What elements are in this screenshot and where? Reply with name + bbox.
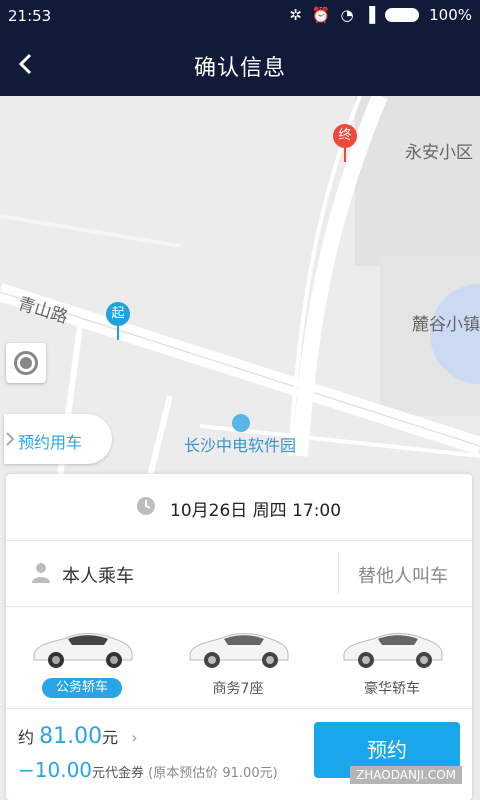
rider-self-option[interactable]: 本人乘车 (62, 562, 134, 588)
person-icon (32, 563, 50, 583)
chevron-right-icon (6, 432, 15, 446)
status-bar: 21:53 ✲ ⏰ ◔ ▐ 100% (0, 0, 480, 32)
price-amount: 81.00 (39, 724, 103, 749)
wifi-icon: ◔ (340, 6, 354, 24)
price-unit: 元 (102, 728, 119, 747)
locate-dot-icon (20, 357, 32, 369)
locate-button[interactable] (6, 343, 46, 383)
price-prefix: 约 (18, 728, 35, 747)
reserve-ride-button[interactable]: 预约用车 (4, 414, 112, 464)
poi-label: 长沙中电软件园 (184, 436, 297, 455)
datetime-row[interactable]: 10月26日 周四 17:00 (6, 474, 472, 541)
reserve-ride-label: 预约用车 (18, 433, 83, 452)
car-option-official[interactable]: 公务轿车 (22, 620, 142, 700)
end-pin[interactable]: 终 (333, 124, 357, 148)
building-icon (232, 414, 250, 432)
watermark: ZHAODANJI.COM (350, 766, 462, 784)
original-price-note: (原本预估价 91.00元) (148, 766, 278, 781)
rider-divider (338, 552, 339, 594)
coupon-label: 元代金券 (92, 766, 145, 781)
battery-icon (385, 8, 420, 22)
coupon-amount: −10.00 (18, 758, 93, 782)
area-label: 麓谷小镇 (412, 315, 480, 335)
sedan-icon (189, 633, 289, 668)
clock-icon (137, 497, 155, 515)
status-time: 21:53 (8, 7, 52, 25)
car-label: 公务轿车 (42, 678, 122, 698)
car-option-luxury[interactable]: 豪华轿车 (332, 620, 452, 700)
alarm-icon: ⏰ (311, 6, 331, 24)
chevron-right-icon: › (131, 728, 138, 747)
start-pin-stem (117, 324, 119, 340)
price-row: 约 81.00元 › −10.00元代金券 (原本预估价 91.00元) 预约 (6, 708, 472, 800)
rider-other-option[interactable]: 替他人叫车 (358, 562, 448, 588)
car-label: 商务7座 (212, 681, 264, 697)
car-label: 豪华轿车 (364, 681, 420, 697)
rider-row: 本人乘车 替他人叫车 (6, 540, 472, 607)
page-title: 确认信息 (193, 56, 286, 81)
end-pin-stem (344, 146, 346, 162)
area-label: 永安小区 (405, 143, 473, 163)
signal-icon: ▐ (363, 6, 376, 24)
bluetooth-icon: ✲ (289, 6, 302, 24)
coupon-info: −10.00元代金券 (原本预估价 91.00元) (18, 758, 278, 782)
car-option-business7[interactable]: 商务7座 (178, 620, 298, 700)
start-pin[interactable]: 起 (106, 302, 130, 326)
top-nav: 确认信息 (0, 32, 480, 96)
pickup-datetime: 10月26日 周四 17:00 (170, 501, 342, 521)
price-estimate[interactable]: 约 81.00元 › (18, 724, 138, 749)
sedan-icon (343, 633, 443, 668)
status-icons: ✲ ⏰ ◔ ▐ 100% (289, 6, 472, 24)
sedan-icon (33, 633, 133, 668)
car-type-row: 公务轿车 商务7座 豪华轿车 (6, 606, 472, 709)
battery-percent: 100% (429, 6, 472, 24)
booking-card: 10月26日 周四 17:00 本人乘车 替他人叫车 公务轿车 商务7座 豪华轿… (6, 474, 472, 800)
